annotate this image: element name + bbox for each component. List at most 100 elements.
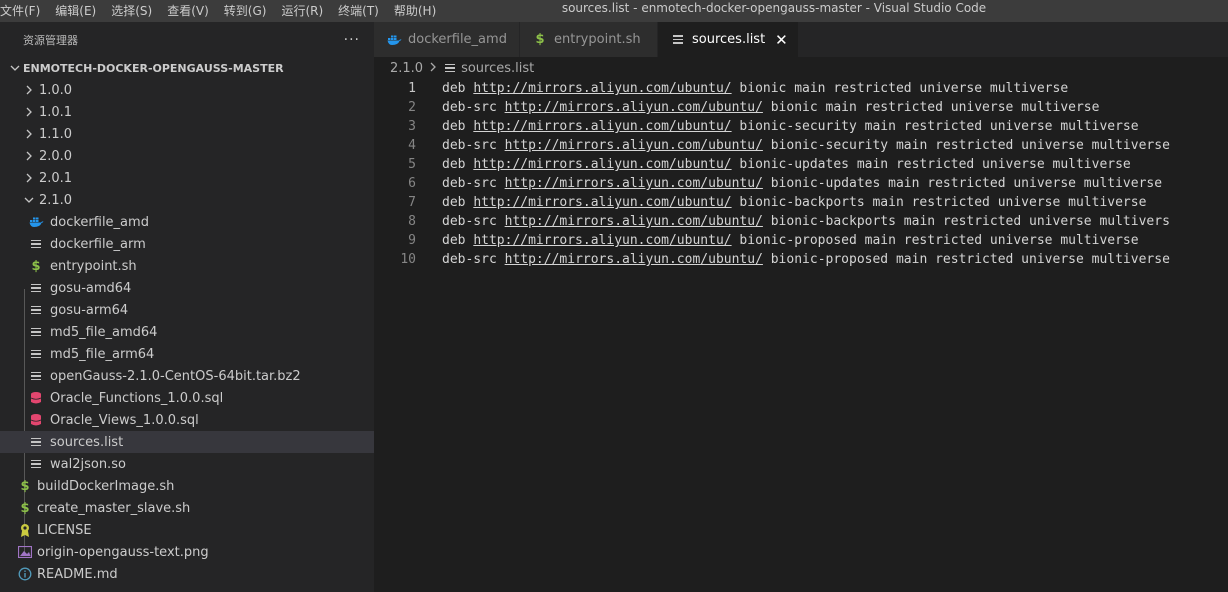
code-line[interactable]: 5 deb http://mirrors.aliyun.com/ubuntu/ b… (374, 155, 1228, 174)
tree-file[interactable]: README.md (0, 563, 374, 585)
code-url-link[interactable]: http://mirrors.aliyun.com/ubuntu/ (505, 214, 763, 229)
menu-item-7[interactable]: 帮助(H) (394, 3, 444, 19)
code-line[interactable]: 1 deb http://mirrors.aliyun.com/ubuntu/ b… (374, 79, 1228, 98)
tree-file[interactable]: $ buildDockerImage.sh (0, 475, 374, 497)
tree-file[interactable]: $ entrypoint.sh (0, 255, 374, 277)
license-icon (17, 522, 33, 538)
code-prefix: deb-src (442, 100, 505, 115)
tree-label: origin-opengauss-text.png (37, 544, 209, 560)
tree-file[interactable]: gosu-arm64 (0, 299, 374, 321)
breadcrumb-file[interactable]: sources.list (461, 61, 534, 76)
chevron-right-icon (429, 61, 437, 76)
lines-icon (28, 324, 44, 340)
menu-item-4[interactable]: 转到(G) (224, 3, 275, 19)
chevron-down-icon (7, 63, 23, 73)
code-text: deb http://mirrors.aliyun.com/ubuntu/ bi… (442, 81, 1068, 96)
menu-item-6[interactable]: 终端(T) (338, 3, 387, 19)
tree-file[interactable]: openGauss-2.1.0-CentOS-64bit.tar.bz2 (0, 365, 374, 387)
code-url-link[interactable]: http://mirrors.aliyun.com/ubuntu/ (473, 195, 731, 210)
dollar-icon: $ (20, 500, 30, 516)
menu-item-5[interactable]: 运行(R) (281, 3, 331, 19)
tree-label: sources.list (50, 434, 124, 450)
code-url-link[interactable]: http://mirrors.aliyun.com/ubuntu/ (473, 119, 731, 134)
tree-folder[interactable]: 2.0.1 (0, 167, 374, 189)
code-line[interactable]: 7 deb http://mirrors.aliyun.com/ubuntu/ b… (374, 193, 1228, 212)
tree-label: entrypoint.sh (50, 258, 137, 274)
code-line[interactable]: 8 deb-src http://mirrors.aliyun.com/ubunt… (374, 212, 1228, 231)
database-icon (28, 390, 44, 406)
menu-item-3[interactable]: 查看(V) (167, 3, 217, 19)
tab-entrypoint-sh[interactable]: $ entrypoint.sh (520, 22, 658, 57)
code-url-link[interactable]: http://mirrors.aliyun.com/ubuntu/ (473, 157, 731, 172)
tree-label: LICENSE (37, 522, 92, 538)
tree-label: 2.0.1 (39, 170, 73, 186)
code-url-link[interactable]: http://mirrors.aliyun.com/ubuntu/ (505, 176, 763, 191)
tree-label: README.md (37, 566, 118, 582)
code-url-link[interactable]: http://mirrors.aliyun.com/ubuntu/ (473, 233, 731, 248)
docker-icon (28, 214, 44, 230)
dollar-icon: $ (31, 258, 41, 274)
tree-file[interactable]: Oracle_Functions_1.0.0.sql (0, 387, 374, 409)
menu-item-2[interactable]: 选择(S) (111, 3, 160, 19)
lines-icon (28, 456, 44, 472)
tree-file[interactable]: wal2json.so (0, 453, 374, 475)
tree-label: gosu-arm64 (50, 302, 129, 318)
line-number: 6 (408, 176, 416, 191)
code-url-link[interactable]: http://mirrors.aliyun.com/ubuntu/ (505, 100, 763, 115)
code-line[interactable]: 6 deb-src http://mirrors.aliyun.com/ubunt… (374, 174, 1228, 193)
tree-file[interactable]: dockerfile_amd (0, 211, 374, 233)
code-prefix: deb (442, 195, 474, 210)
tree-file[interactable]: Oracle_Views_1.0.0.sql (0, 409, 374, 431)
code-line[interactable]: 10 deb-src http://mirrors.aliyun.com/ubun… (374, 250, 1228, 269)
code-prefix: deb (442, 119, 474, 134)
breadcrumb-folder[interactable]: 2.1.0 (390, 61, 423, 76)
explorer-header: 资源管理器 ··· (0, 22, 374, 57)
tree-file[interactable]: gosu-amd64 (0, 277, 374, 299)
tree-folder[interactable]: 1.0.1 (0, 101, 374, 123)
line-number: 5 (408, 157, 416, 172)
chevron-right-icon (21, 129, 37, 139)
line-number: 4 (408, 138, 416, 153)
line-number: 3 (408, 119, 416, 134)
project-section-header[interactable]: ENMOTECH-DOCKER-OPENGAUSS-MASTER (0, 57, 374, 79)
menu-item-1[interactable]: 编辑(E) (55, 3, 104, 19)
tree-folder[interactable]: 1.1.0 (0, 123, 374, 145)
tree-folder[interactable]: 1.0.0 (0, 79, 374, 101)
code-editor[interactable]: 1 deb http://mirrors.aliyun.com/ubuntu/ b… (374, 79, 1228, 592)
tree-label: wal2json.so (50, 456, 126, 472)
tree-file[interactable]: md5_file_arm64 (0, 343, 374, 365)
tree-file[interactable]: md5_file_amd64 (0, 321, 374, 343)
code-line[interactable]: 2 deb-src http://mirrors.aliyun.com/ubunt… (374, 98, 1228, 117)
more-actions-icon[interactable]: ··· (344, 33, 360, 47)
info-icon (17, 566, 33, 582)
line-number: 9 (408, 233, 416, 248)
code-line[interactable]: 4 deb-src http://mirrors.aliyun.com/ubunt… (374, 136, 1228, 155)
code-text: deb http://mirrors.aliyun.com/ubuntu/ bi… (442, 119, 1139, 134)
code-suffix: bionic-updates main restricted universe … (762, 176, 1163, 191)
menu-item-0[interactable]: 文件(F) (0, 3, 48, 19)
tab-sources-list[interactable]: sources.list ✕ (658, 22, 799, 57)
code-url-link[interactable]: http://mirrors.aliyun.com/ubuntu/ (505, 138, 763, 153)
title-bar: 文件(F) 编辑(E) 选择(S) 查看(V) 转到(G) 运行(R) 终端(T) 帮助(H)… (0, 0, 1228, 22)
lines-icon (28, 302, 44, 318)
chevron-down-icon (21, 195, 37, 205)
tree-file[interactable]: $ create_master_slave.sh (0, 497, 374, 519)
code-line[interactable]: 3 deb http://mirrors.aliyun.com/ubuntu/ b… (374, 117, 1228, 136)
tree-label: 1.0.1 (39, 104, 73, 120)
tab-dockerfile-amd[interactable]: dockerfile_amd (374, 22, 520, 57)
tree-file[interactable]: LICENSE (0, 519, 374, 541)
tree-folder[interactable]: 2.0.0 (0, 145, 374, 167)
code-url-link[interactable]: http://mirrors.aliyun.com/ubuntu/ (505, 252, 763, 267)
code-line[interactable]: 9 deb http://mirrors.aliyun.com/ubuntu/ b… (374, 231, 1228, 250)
lines-icon (28, 346, 44, 362)
lines-icon (28, 236, 44, 252)
tree-folder-open[interactable]: 2.1.0 (0, 189, 374, 211)
tree-label: openGauss-2.1.0-CentOS-64bit.tar.bz2 (50, 368, 301, 384)
tab-label: entrypoint.sh (554, 32, 641, 47)
code-url-link[interactable]: http://mirrors.aliyun.com/ubuntu/ (473, 81, 731, 96)
tree-file[interactable]: dockerfile_arm (0, 233, 374, 255)
close-icon[interactable]: ✕ (775, 31, 788, 49)
tree-file[interactable]: sources.list (0, 431, 374, 453)
code-prefix: deb-src (442, 176, 505, 191)
tree-file[interactable]: origin-opengauss-text.png (0, 541, 374, 563)
